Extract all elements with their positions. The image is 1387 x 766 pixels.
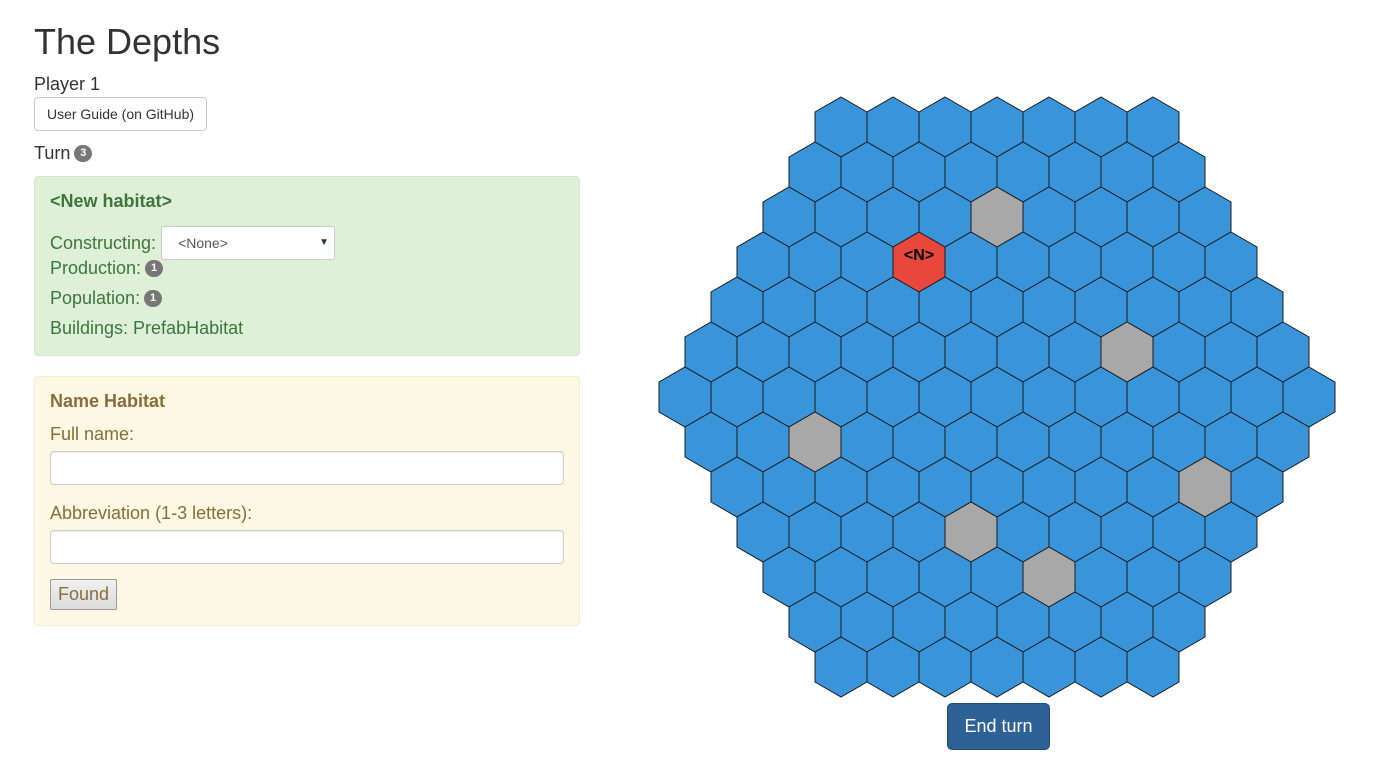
turn-label: Turn [34,143,71,163]
population-row: Population: 1 [50,286,163,310]
abbreviation-label: Abbreviation (1-3 letters): [50,503,253,523]
dropdown-arrow-icon: ▼ [319,237,330,248]
habitat-tile-label: <N> [904,247,934,264]
player-label: Player 1 [34,74,101,94]
constructing-row: Constructing: <None> ▼ [50,226,336,260]
turn-indicator: Turn 3 [34,141,93,165]
full-name-label: Full name: [50,424,135,444]
production-label: Production: [50,258,142,278]
habitat-name: <New habitat> [50,191,173,211]
population-label: Population: [50,288,141,308]
user-guide-button[interactable]: User Guide (on GitHub) [34,97,207,131]
end-turn-button[interactable]: End turn [947,703,1050,750]
found-button[interactable]: Found [50,579,117,610]
constructing-value: <None> [178,235,228,251]
production-row: Production: 1 [50,256,164,280]
habitat-panel: <New habitat> Constructing: <None> ▼ Pro… [34,176,580,356]
buildings-text: Buildings: PrefabHabitat [50,318,244,338]
population-badge: 1 [144,289,163,307]
turn-number-badge: 3 [74,144,93,162]
full-name-input[interactable] [50,451,564,485]
page-title: The Depths [34,21,221,62]
production-badge: 1 [145,259,164,277]
constructing-select[interactable]: <None> ▼ [161,226,336,260]
name-habitat-heading: Name Habitat [50,391,166,411]
name-habitat-panel: Name Habitat Full name: Abbreviation (1-… [34,376,580,626]
hex-map: <N> [658,96,1336,698]
constructing-label: Constructing: [50,233,157,253]
abbreviation-input[interactable] [50,530,564,564]
